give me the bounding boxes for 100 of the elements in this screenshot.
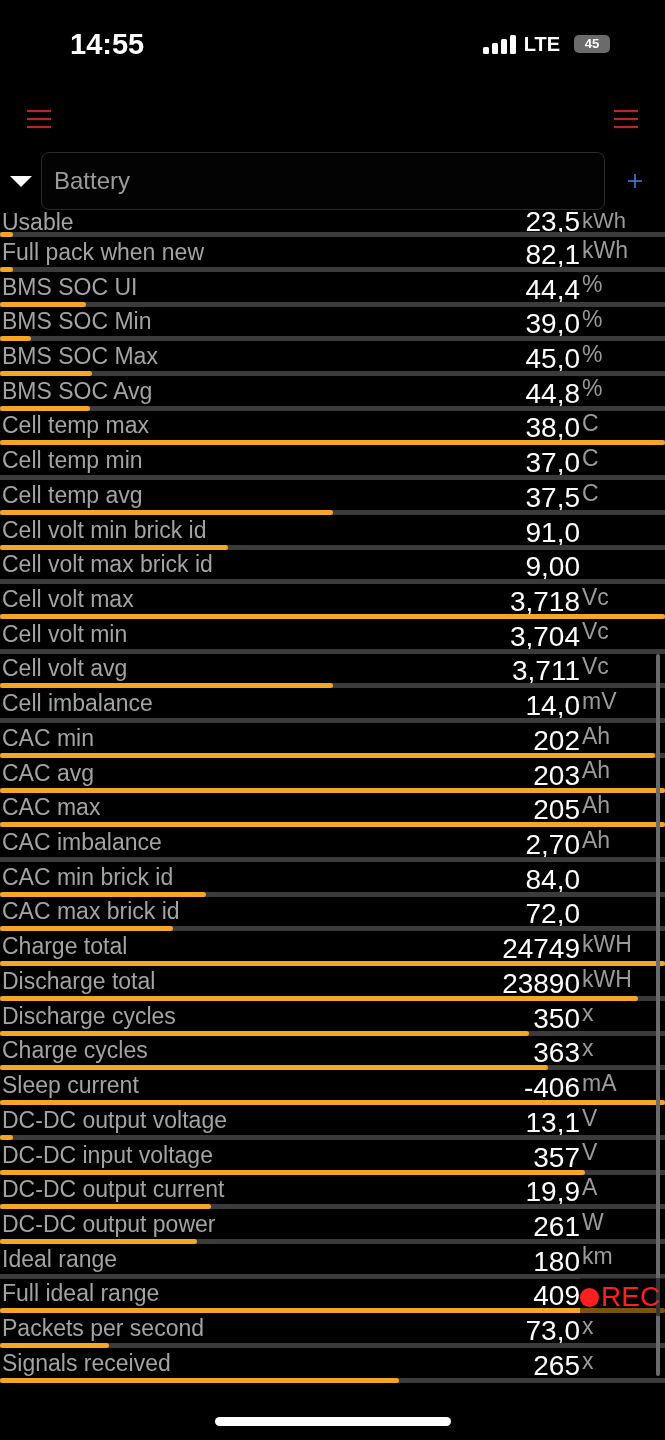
- metric-value: 3,704: [509, 624, 580, 649]
- menu-button[interactable]: [614, 109, 638, 129]
- metric-label: BMS SOC UI: [1, 273, 138, 302]
- metric-label: Ideal range: [1, 1245, 118, 1274]
- metric-label: DC-DC output current: [1, 1176, 225, 1205]
- add-button[interactable]: [628, 174, 642, 188]
- metric-label: Cell volt max: [1, 586, 134, 614]
- metric-label: DC-DC input voltage: [1, 1141, 213, 1170]
- metric-unit: %: [581, 307, 603, 330]
- metric-value: 180: [533, 1249, 580, 1274]
- metric-value: 82,1: [525, 242, 580, 267]
- metric-label: Cell temp avg: [1, 481, 143, 510]
- metric-label: Discharge cycles: [1, 1002, 176, 1031]
- metric-value: 38,0: [525, 416, 580, 441]
- recording-dot-icon: [580, 1287, 599, 1307]
- metric-value: 203: [533, 763, 580, 788]
- metric-value: 3,718: [509, 590, 580, 614]
- clock-time: 14:55: [70, 28, 145, 60]
- metric-label: Full pack when new: [1, 238, 204, 267]
- metric-label: Cell volt avg: [1, 655, 128, 684]
- metric-unit: %: [581, 342, 603, 365]
- metric-unit: Vc: [581, 585, 609, 608]
- category-field[interactable]: Battery: [41, 152, 605, 210]
- metric-label: BMS SOC Max: [1, 343, 158, 371]
- metric-value: 3,711: [512, 659, 580, 684]
- metric-label: BMS SOC Min: [1, 308, 152, 337]
- metric-unit: V: [581, 1141, 598, 1164]
- metric-value: 91,0: [525, 520, 580, 545]
- metric-label: Charge total: [1, 933, 128, 962]
- metric-value: 261: [533, 1214, 580, 1239]
- metric-value: 23,5: [525, 212, 580, 233]
- metric-label: DC-DC output power: [1, 1210, 216, 1239]
- metric-unit: Ah: [581, 794, 611, 817]
- metric-value: 84,0: [525, 867, 580, 892]
- metric-label: CAC min brick id: [1, 863, 174, 892]
- metric-label: Signals received: [1, 1349, 171, 1378]
- metric-value: 72,0: [525, 902, 580, 927]
- metric-unit: x: [581, 1314, 594, 1337]
- caret-icon[interactable]: [10, 175, 32, 187]
- metric-value: -406: [523, 1076, 580, 1101]
- metric-label: CAC min: [1, 724, 94, 753]
- battery-level: 45: [574, 35, 610, 53]
- metric-unit: %: [581, 273, 603, 296]
- metric-value: 350: [533, 1006, 580, 1031]
- metric-unit: kWh: [581, 238, 628, 261]
- metric-label: Usable: [1, 212, 74, 233]
- metric-value: 2,70: [525, 833, 580, 858]
- metric-label: CAC avg: [1, 759, 95, 788]
- network-type: LTE: [523, 33, 560, 55]
- metric-value: 44,4: [525, 277, 580, 302]
- metric-value: 44,8: [525, 381, 580, 406]
- metric-unit: mA: [581, 1071, 617, 1094]
- metric-unit: x: [581, 1002, 594, 1025]
- metric-label: Full ideal range: [1, 1280, 160, 1309]
- metric-value: 37,0: [525, 451, 580, 476]
- signal-icon: [482, 34, 516, 54]
- metric-unit: kWh: [581, 212, 626, 230]
- metric-label: Cell volt max brick id: [1, 551, 213, 580]
- metric-unit: C: [581, 446, 599, 469]
- metric-value: 24749: [502, 937, 580, 962]
- metric-unit: Vc: [581, 655, 609, 678]
- metric-value: 363: [533, 1041, 580, 1066]
- metric-value: 23890: [502, 971, 580, 996]
- metric-label: Cell temp min: [1, 447, 143, 476]
- metric-value: 202: [533, 728, 580, 753]
- metric-value: 37,5: [525, 485, 580, 510]
- metric-label: Packets per second: [1, 1315, 204, 1344]
- metric-label: Cell imbalance: [1, 690, 153, 719]
- metric-value: 9,00: [525, 555, 580, 580]
- metric-value: 39,0: [525, 312, 580, 337]
- metric-value: 19,9: [525, 1180, 580, 1205]
- metric-unit: C: [581, 481, 599, 504]
- metric-unit: km: [581, 1245, 613, 1268]
- metric-label: CAC max brick id: [1, 898, 180, 927]
- metric-unit: V: [581, 1106, 598, 1129]
- metric-value: 13,1: [525, 1110, 580, 1135]
- menu-button[interactable]: [27, 109, 51, 129]
- metric-label: BMS SOC Avg: [1, 377, 153, 406]
- recording-label: REC: [601, 1282, 661, 1312]
- metric-label: Cell volt min: [1, 620, 128, 649]
- metric-unit: mV: [581, 689, 617, 712]
- metric-label: DC-DC output voltage: [1, 1106, 227, 1135]
- metric-unit: C: [581, 412, 599, 435]
- metric-label: CAC max: [1, 794, 101, 823]
- metric-value: 14,0: [525, 694, 580, 719]
- metric-label: Sleep current: [1, 1072, 139, 1101]
- metric-unit: kWH: [581, 932, 632, 955]
- metric-value: 45,0: [525, 347, 580, 371]
- metric-unit: Ah: [581, 828, 611, 851]
- metric-unit: W: [581, 1210, 604, 1233]
- metric-value: 357: [533, 1145, 580, 1170]
- metric-label: Cell volt min brick id: [1, 516, 207, 545]
- metric-unit: kWH: [581, 967, 632, 990]
- metric-unit: x: [581, 1037, 594, 1060]
- metric-unit: Ah: [581, 724, 611, 747]
- metric-label: Cell temp max: [1, 412, 149, 441]
- metric-unit: Vc: [581, 620, 609, 643]
- metric-unit: Ah: [581, 759, 611, 782]
- metric-value: 205: [533, 798, 580, 823]
- metric-label: Discharge total: [1, 967, 156, 996]
